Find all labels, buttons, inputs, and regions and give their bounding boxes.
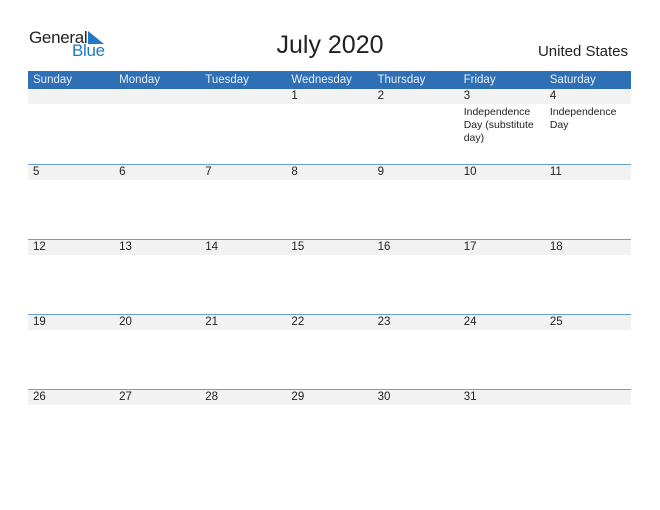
day-cell — [114, 89, 200, 164]
day-number: 23 — [377, 316, 391, 328]
day-cell: 7 — [200, 165, 286, 240]
day-cell — [200, 89, 286, 164]
day-cell: 9 — [373, 165, 459, 240]
weekday-saturday: Saturday — [549, 74, 596, 86]
day-cell — [545, 390, 631, 465]
day-cell: 22 — [286, 315, 372, 390]
day-number: 16 — [377, 241, 391, 253]
day-cell: 20 — [114, 315, 200, 390]
day-number: 19 — [33, 316, 46, 328]
day-cell: 31 — [459, 390, 545, 465]
weekday-friday: Friday — [463, 74, 496, 86]
weekday-tuesday: Tuesday — [205, 74, 249, 86]
country-label: United States — [537, 43, 628, 60]
day-cell: 30 — [373, 390, 459, 465]
day-number: 27 — [119, 391, 132, 403]
day-cell: 25 — [545, 315, 631, 390]
weekday-header: Sunday Monday Tuesday Wednesday Thursday… — [28, 71, 631, 89]
day-number: 9 — [377, 166, 384, 178]
day-cell: 28 — [200, 390, 286, 465]
week-row: 19 20 21 22 23 24 25 — [28, 314, 631, 390]
day-cell: 2 — [373, 89, 459, 164]
week-row: 26 27 28 29 30 31 — [28, 389, 631, 465]
day-cell: 4 Independence Day — [545, 89, 631, 164]
holiday-event: Independence Day — [549, 106, 617, 131]
day-number: 17 — [463, 241, 477, 253]
day-number: 11 — [549, 166, 562, 178]
day-number: 28 — [205, 391, 219, 403]
day-number: 14 — [205, 241, 219, 253]
week-row: 12 13 14 15 16 17 18 — [28, 239, 631, 315]
weekday-sunday: Sunday — [33, 74, 73, 86]
day-cell: 19 — [28, 315, 114, 390]
day-cell: 16 — [373, 240, 459, 315]
day-number: 26 — [33, 391, 46, 403]
day-number: 29 — [291, 391, 305, 403]
day-number: 3 — [463, 90, 471, 102]
day-cell: 10 — [459, 165, 545, 240]
day-number: 15 — [291, 241, 305, 253]
day-cell: 29 — [286, 390, 372, 465]
day-number: 4 — [549, 90, 557, 102]
day-number: 21 — [205, 316, 219, 328]
day-number: 18 — [549, 241, 563, 253]
weekday-monday: Monday — [119, 74, 161, 86]
day-cell: 18 — [545, 240, 631, 315]
week-row: 5 6 7 8 9 10 11 — [28, 164, 631, 240]
day-cell: 5 — [28, 165, 114, 240]
day-number: 22 — [291, 316, 305, 328]
day-cell: 23 — [373, 315, 459, 390]
day-cell: 17 — [459, 240, 545, 315]
day-cell: 26 — [28, 390, 114, 465]
day-cell: 27 — [114, 390, 200, 465]
day-number: 1 — [291, 90, 298, 102]
day-cell: 1 — [286, 89, 372, 164]
day-number: 7 — [205, 166, 212, 178]
weekday-thursday: Thursday — [377, 74, 426, 86]
day-cell: 21 — [200, 315, 286, 390]
day-number: 12 — [33, 241, 46, 253]
day-cell: 13 — [114, 240, 200, 315]
day-number: 13 — [119, 241, 132, 253]
week-row: 1 2 3 Independence Day (substitute day) 4 Ind… — [28, 89, 631, 164]
day-cell: 6 — [114, 165, 200, 240]
day-cell: 11 — [545, 165, 631, 240]
day-cell: 3 Independence Day (substitute day) — [459, 89, 545, 164]
day-number: 31 — [463, 391, 477, 403]
day-number: 10 — [463, 166, 477, 178]
weekday-wednesday: Wednesday — [291, 74, 352, 86]
day-number: 30 — [377, 391, 391, 403]
day-cell — [28, 89, 114, 164]
day-cell: 15 — [286, 240, 372, 315]
day-cell: 24 — [459, 315, 545, 390]
day-number: 6 — [119, 166, 126, 178]
holiday-event: Independence Day (substitute day) — [463, 106, 534, 144]
day-number: 2 — [377, 90, 384, 102]
day-cell: 14 — [200, 240, 286, 315]
day-number: 8 — [291, 166, 298, 178]
day-number: 20 — [119, 316, 132, 328]
day-cell: 8 — [286, 165, 372, 240]
day-cell: 12 — [28, 240, 114, 315]
day-number: 24 — [463, 316, 477, 328]
day-number: 25 — [549, 316, 563, 328]
day-number: 5 — [33, 166, 40, 178]
